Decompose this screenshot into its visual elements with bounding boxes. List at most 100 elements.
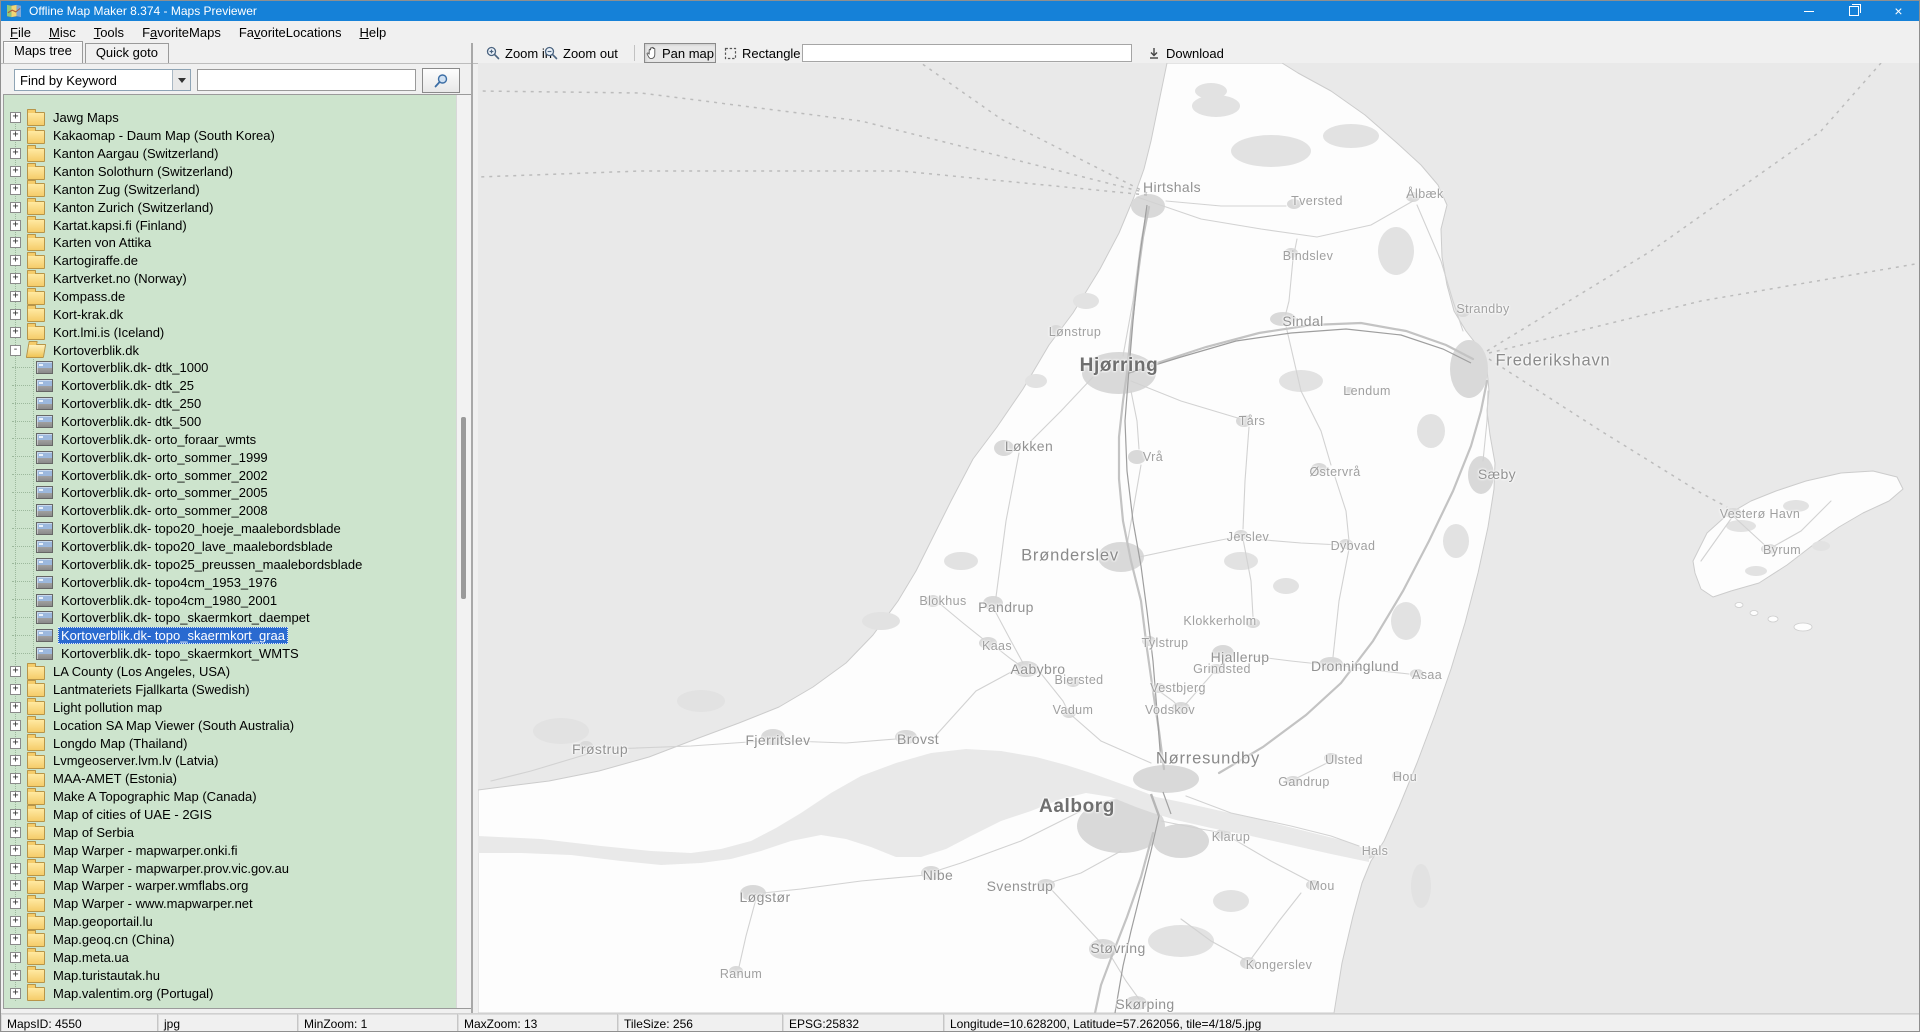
tree-item-label[interactable]: Kortoverblik.dk- orto_foraar_wmts: [58, 431, 259, 448]
tree-item-label[interactable]: Kortoverblik.dk- dtk_1000: [58, 359, 211, 376]
tree-item[interactable]: Kortoverblik.dk- topo_skaermkort_WMTS: [4, 645, 456, 663]
tree-item[interactable]: +Kort-krak.dk: [4, 305, 456, 323]
zoom-out-button[interactable]: Zoom out: [544, 43, 618, 63]
tree-item[interactable]: +Lantmateriets Fjallkarta (Swedish): [4, 681, 456, 699]
tree-item[interactable]: Kortoverblik.dk- topo_skaermkort_daempet: [4, 609, 456, 627]
expand-icon[interactable]: +: [10, 809, 21, 820]
close-button[interactable]: ×: [1876, 1, 1920, 21]
expand-icon[interactable]: +: [10, 237, 21, 248]
tree-item-label[interactable]: Kortoverblik.dk- dtk_25: [58, 377, 197, 394]
download-button[interactable]: Download: [1147, 43, 1224, 63]
tree-item[interactable]: + Kort.lmi.is (Iceland): [4, 323, 456, 341]
tree-item-label[interactable]: Map.valentim.org (Portugal): [50, 985, 216, 1002]
zoom-in-button[interactable]: Zoom in: [486, 43, 552, 63]
tree-item[interactable]: +Make A Topographic Map (Canada): [4, 788, 456, 806]
tree-item-label[interactable]: Kortoverblik.dk- topo20_lave_maalebordsb…: [58, 538, 336, 555]
expand-icon[interactable]: +: [10, 934, 21, 945]
expand-icon[interactable]: +: [10, 755, 21, 766]
expand-icon[interactable]: +: [10, 970, 21, 981]
tree-item-label[interactable]: Kanton Zug (Switzerland): [50, 181, 203, 198]
expand-icon[interactable]: +: [10, 112, 21, 123]
expand-icon[interactable]: +: [10, 791, 21, 802]
tree-item[interactable]: Kortoverblik.dk- topo20_lave_maalebordsb…: [4, 538, 456, 556]
tree-item[interactable]: +Kompass.de: [4, 288, 456, 306]
tree-item-label[interactable]: MAA-AMET (Estonia): [50, 770, 180, 787]
expand-icon[interactable]: +: [10, 666, 21, 677]
tree-item[interactable]: +LA County (Los Angeles, USA): [4, 663, 456, 681]
tree-item[interactable]: +Kartverket.no (Norway): [4, 270, 456, 288]
expand-icon[interactable]: +: [10, 863, 21, 874]
expand-icon[interactable]: +: [10, 827, 21, 838]
tree-item-label[interactable]: Jawg Maps: [50, 109, 122, 126]
tree-item-label[interactable]: Map Warper - mapwarper.onki.fi: [50, 842, 240, 859]
tree-item[interactable]: + Kanton Solothurn (Switzerland): [4, 163, 456, 181]
tree-scrollbar-thumb[interactable]: [461, 417, 466, 599]
tree-item-label[interactable]: Lantmateriets Fjallkarta (Swedish): [50, 681, 253, 698]
expand-icon[interactable]: +: [10, 130, 21, 141]
tree-item[interactable]: + Map Warper - mapwarper.prov.vic.gov.au: [4, 859, 456, 877]
expand-icon[interactable]: +: [10, 773, 21, 784]
tree-item-label[interactable]: Kort.lmi.is (Iceland): [50, 324, 167, 341]
tree-item-label[interactable]: Kortoverblik.dk- orto_sommer_2005: [58, 484, 271, 501]
tree-item[interactable]: -Kortoverblik.dk: [4, 341, 456, 359]
tree-item-label[interactable]: Longdo Map (Thailand): [50, 735, 190, 752]
tree-item[interactable]: + Map.geoq.cn (China): [4, 931, 456, 949]
tree-item-label[interactable]: Kanton Zurich (Switzerland): [50, 199, 216, 216]
tree-item-label[interactable]: Map.geoq.cn (China): [50, 931, 177, 948]
tree-item[interactable]: Kortoverblik.dk- topo4cm_1953_1976: [4, 573, 456, 591]
tree-item-label[interactable]: Kortoverblik.dk- topo4cm_1953_1976: [58, 574, 280, 591]
map-viewport[interactable]: HjørringAalborgFrederikshavnNørresundbyB…: [478, 63, 1920, 1013]
expand-icon[interactable]: +: [10, 220, 21, 231]
tree-item[interactable]: +Light pollution map: [4, 698, 456, 716]
tree-item[interactable]: +Map Warper - mapwarper.onki.fi: [4, 841, 456, 859]
tree-item[interactable]: +Lvmgeoserver.lvm.lv (Latvia): [4, 752, 456, 770]
tree-item-label[interactable]: Map.turistautak.hu: [50, 967, 163, 984]
expand-icon[interactable]: +: [10, 202, 21, 213]
tree-item-label[interactable]: Kartverket.no (Norway): [50, 270, 190, 287]
tree-item-label[interactable]: Map Warper - mapwarper.prov.vic.gov.au: [50, 860, 292, 877]
expand-icon[interactable]: +: [10, 916, 21, 927]
minimize-button[interactable]: [1786, 1, 1831, 21]
expand-icon[interactable]: +: [10, 952, 21, 963]
expand-icon[interactable]: +: [10, 880, 21, 891]
tree-item[interactable]: + MAA-AMET (Estonia): [4, 770, 456, 788]
expand-icon[interactable]: +: [10, 166, 21, 177]
tree-item[interactable]: + Kanton Aargau (Switzerland): [4, 145, 456, 163]
tree-item-label[interactable]: Kanton Solothurn (Switzerland): [50, 163, 236, 180]
expand-icon[interactable]: +: [10, 327, 21, 338]
tree-item[interactable]: Kortoverblik.dk- orto_sommer_1999: [4, 448, 456, 466]
tree-item-label[interactable]: Kartat.kapsi.fi (Finland): [50, 217, 190, 234]
expand-icon[interactable]: +: [10, 898, 21, 909]
expand-icon[interactable]: +: [10, 148, 21, 159]
menu-favoritelocations[interactable]: FavoriteLocations: [230, 23, 351, 42]
menu-file[interactable]: File: [1, 23, 40, 42]
tree-item-label[interactable]: Kortoverblik.dk- topo25_preussen_maalebo…: [58, 556, 365, 573]
chevron-down-icon[interactable]: [172, 70, 190, 90]
tree-item[interactable]: + Karten von Attika: [4, 234, 456, 252]
menu-tools[interactable]: Tools: [85, 23, 133, 42]
tree-item[interactable]: Kortoverblik.dk- topo25_preussen_maalebo…: [4, 555, 456, 573]
tree-item[interactable]: + Kanton Zurich (Switzerland): [4, 198, 456, 216]
tree-item[interactable]: + Longdo Map (Thailand): [4, 734, 456, 752]
tree-item-label[interactable]: Kortoverblik.dk- dtk_500: [58, 413, 204, 430]
tree-item[interactable]: Kortoverblik.dk- topo20_hoeje_maalebords…: [4, 520, 456, 538]
tree-item-label[interactable]: Kartogiraffe.de: [50, 252, 141, 269]
expand-icon[interactable]: +: [10, 738, 21, 749]
collapse-icon[interactable]: -: [10, 345, 21, 356]
expand-icon[interactable]: +: [10, 988, 21, 999]
tree-item-label[interactable]: Kortoverblik.dk- orto_sommer_2002: [58, 467, 271, 484]
tree-item-label[interactable]: Karten von Attika: [50, 234, 154, 251]
tree-item[interactable]: Kortoverblik.dk- orto_sommer_2005: [4, 484, 456, 502]
tab-maps-tree[interactable]: Maps tree: [3, 41, 83, 63]
find-by-keyword-combobox[interactable]: Find by Keyword: [14, 69, 191, 91]
panel-splitter[interactable]: [471, 43, 473, 1013]
menu-favoritemaps[interactable]: FavoriteMaps: [133, 23, 230, 42]
tree-item-label[interactable]: Map.geoportail.lu: [50, 913, 156, 930]
tree-item-label[interactable]: Kortoverblik.dk- orto_sommer_2008: [58, 502, 271, 519]
expand-icon[interactable]: +: [10, 291, 21, 302]
tree-item-label[interactable]: Kanton Aargau (Switzerland): [50, 145, 221, 162]
tree-item-label[interactable]: Light pollution map: [50, 699, 165, 716]
tree-item[interactable]: + Kartat.kapsi.fi (Finland): [4, 216, 456, 234]
tree-item-label[interactable]: Kortoverblik.dk- topo_skaermkort_WMTS: [58, 645, 302, 662]
tree-item[interactable]: Kortoverblik.dk- topo4cm_1980_2001: [4, 591, 456, 609]
